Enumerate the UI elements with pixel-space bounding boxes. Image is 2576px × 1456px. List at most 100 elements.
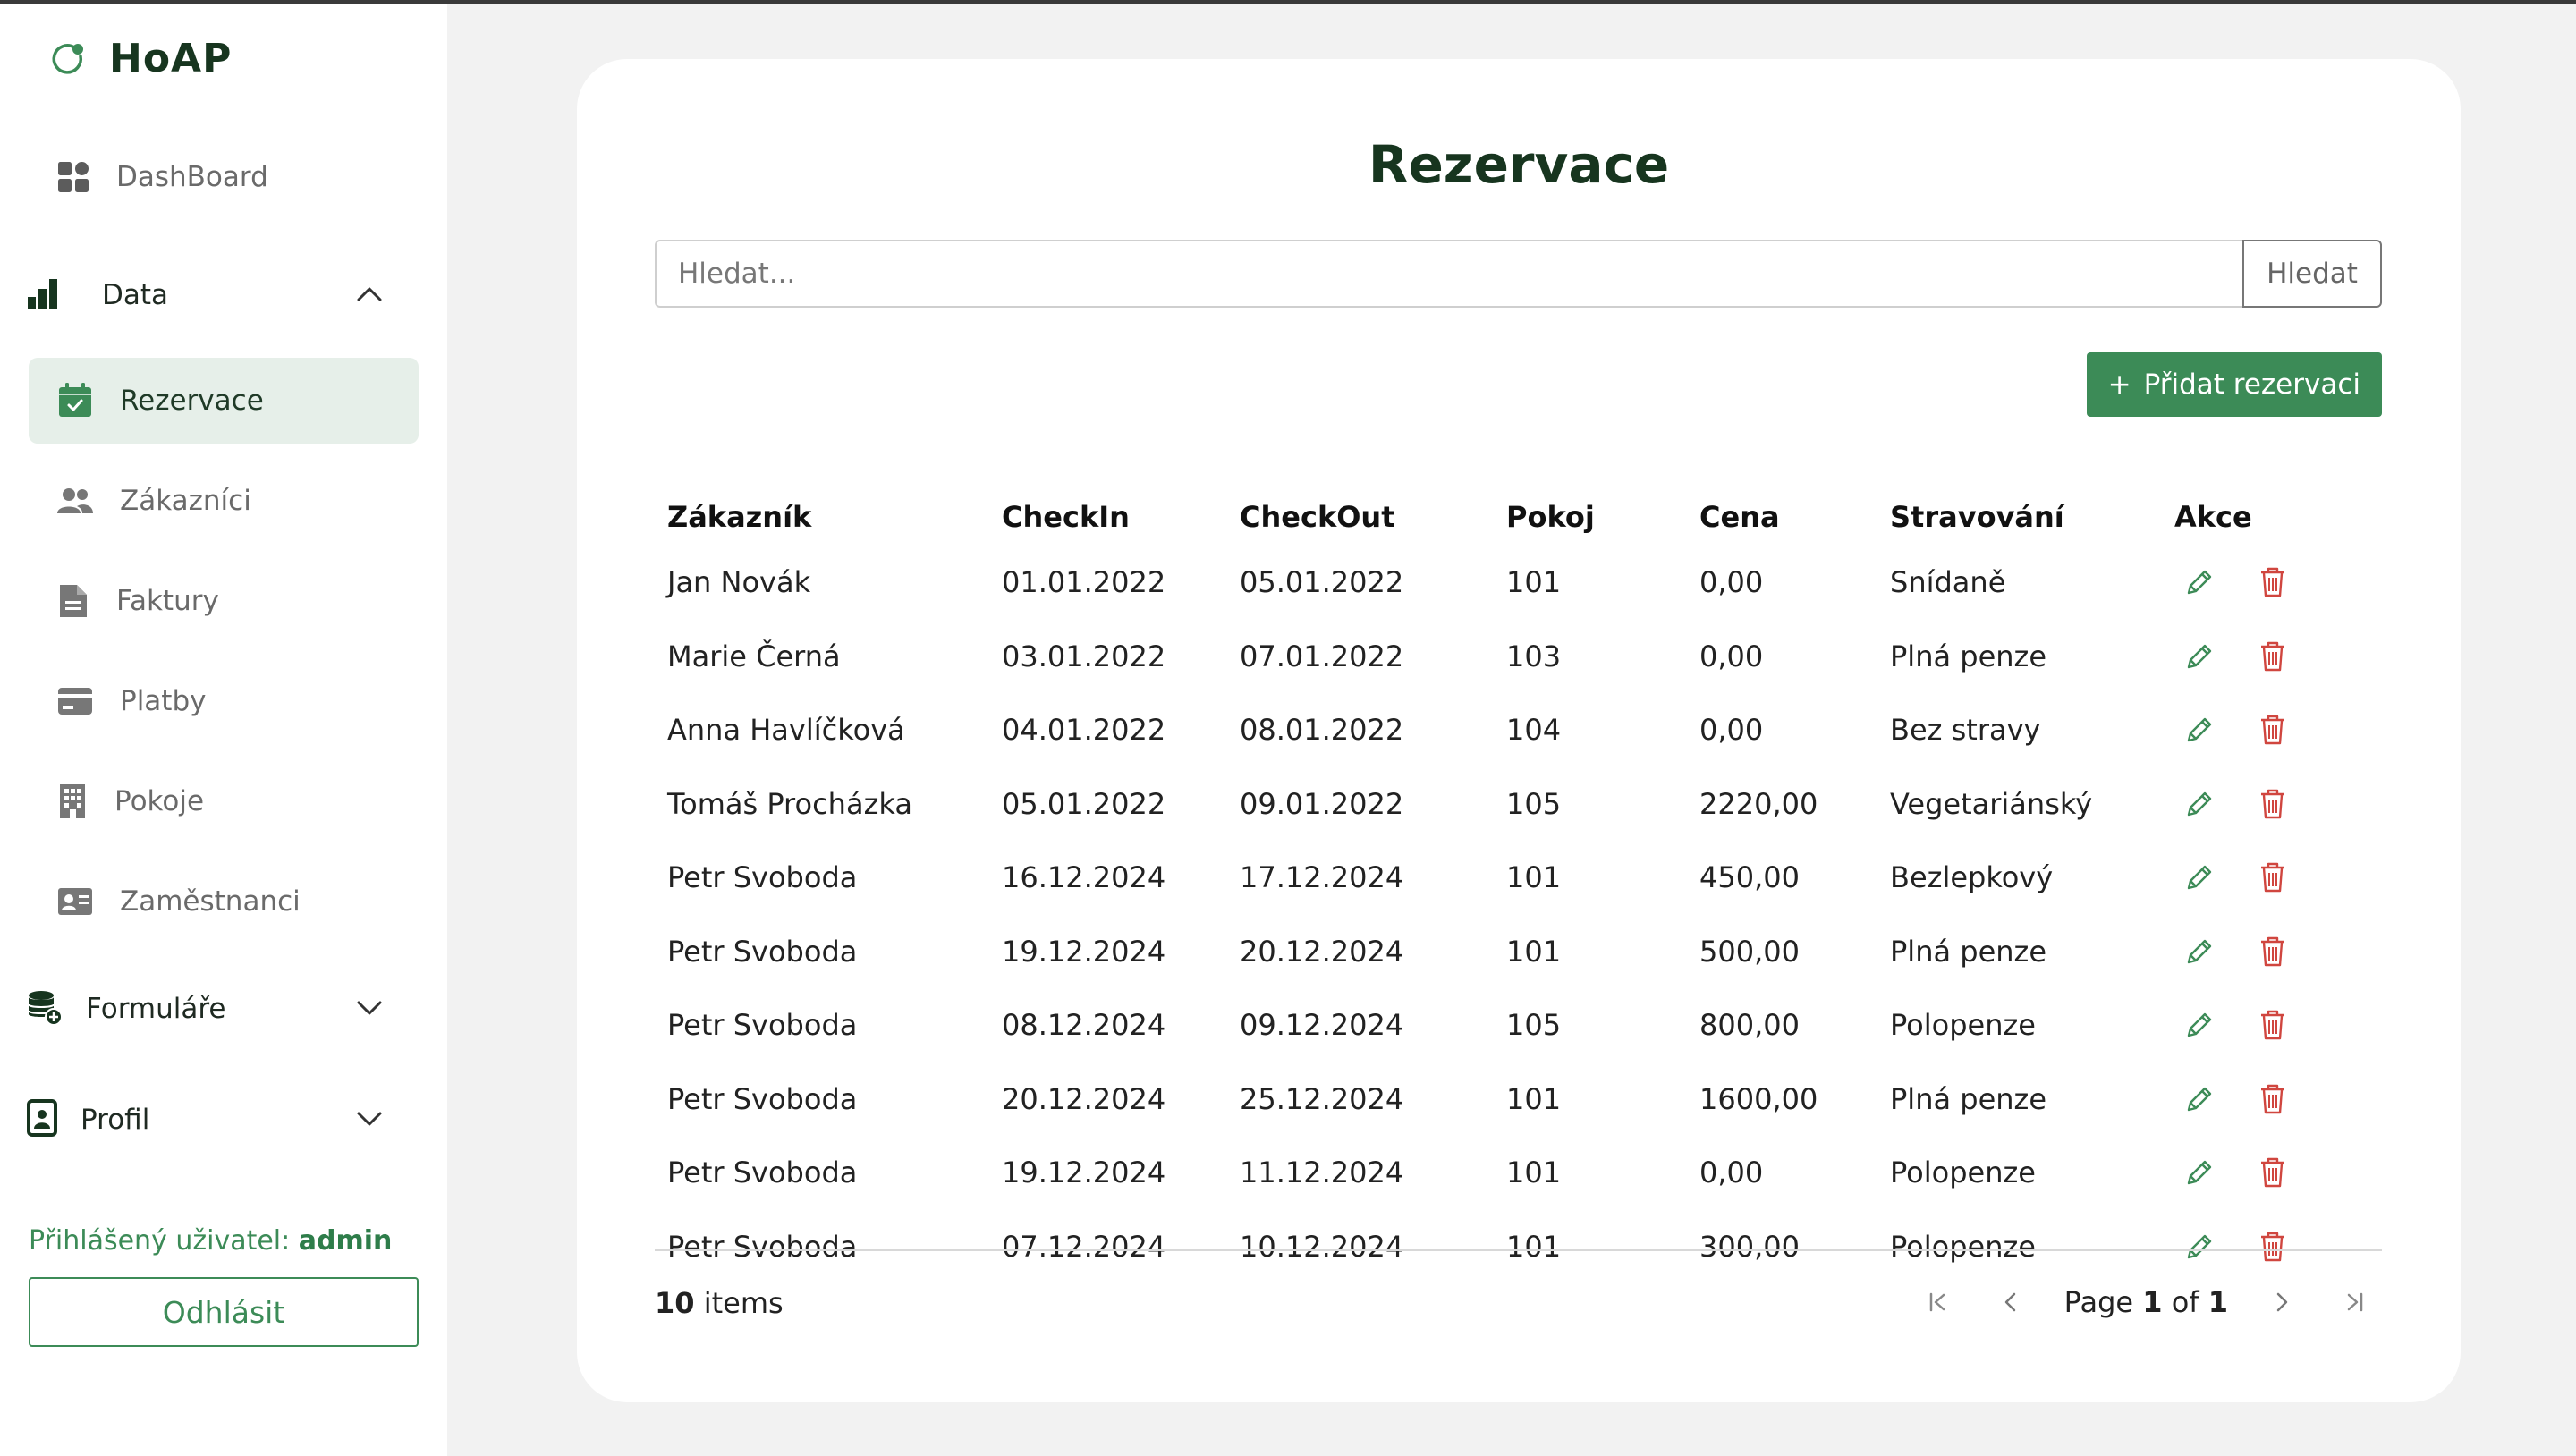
- sidebar-group-formulare[interactable]: Formuláře: [27, 977, 385, 1041]
- cell-customer: Anna Havlíčková: [667, 713, 905, 748]
- edit-icon[interactable]: [2183, 714, 2216, 746]
- table-row[interactable]: Petr Svoboda 08.12.2024 09.12.2024 105 800,0…: [655, 988, 2382, 1062]
- cell-board: Plná penze: [1890, 1081, 2047, 1116]
- sidebar-item-label: DashBoard: [116, 161, 268, 193]
- brand[interactable]: HoAP: [50, 36, 232, 81]
- sidebar-item-zamestnanci[interactable]: Zaměstnanci: [29, 859, 419, 944]
- cell-customer: Marie Černá: [667, 639, 841, 673]
- reservations-card: Rezervace Hledat + Přidat rezervaci Záka…: [577, 59, 2461, 1402]
- logout-button[interactable]: Odhlásit: [29, 1277, 419, 1347]
- cell-actions: [2162, 546, 2382, 620]
- trash-icon[interactable]: [2258, 1009, 2287, 1041]
- row-actions: [2174, 861, 2382, 893]
- cell-customer: Petr Svoboda: [667, 1155, 858, 1190]
- cell-checkin: 19.12.2024: [1002, 934, 1166, 969]
- edit-icon[interactable]: [2183, 640, 2216, 673]
- table-row[interactable]: Petr Svoboda 20.12.2024 25.12.2024 101 1600,…: [655, 1062, 2382, 1137]
- cell-checkin: 01.01.2022: [1002, 565, 1166, 600]
- column-header-customer[interactable]: Zákazník: [655, 488, 989, 546]
- add-reservation-button[interactable]: + Přidat rezervaci: [2086, 352, 2382, 417]
- trash-icon[interactable]: [2258, 788, 2287, 820]
- table-row[interactable]: Petr Svoboda 07.12.2024 10.12.2024 101 300,0…: [655, 1210, 2382, 1284]
- table-row[interactable]: Petr Svoboda 19.12.2024 20.12.2024 101 500,0…: [655, 915, 2382, 989]
- reservations-table: Zákazník CheckIn CheckOut Pokoj Cena Str…: [655, 488, 2382, 1283]
- next-page-button[interactable]: [2262, 1277, 2301, 1327]
- cell-board: Polopenze: [1890, 1229, 2036, 1264]
- row-actions: [2174, 1083, 2382, 1115]
- table-row[interactable]: Petr Svoboda 16.12.2024 17.12.2024 101 450,0…: [655, 841, 2382, 915]
- table-row[interactable]: Petr Svoboda 19.12.2024 11.12.2024 101 0,00 P…: [655, 1136, 2382, 1210]
- dashboard-icon: [57, 161, 89, 193]
- cell-actions: [2162, 767, 2382, 842]
- edit-icon[interactable]: [2183, 935, 2216, 968]
- edit-icon[interactable]: [2183, 788, 2216, 820]
- sidebar-item-dashboard[interactable]: DashBoard: [29, 134, 419, 220]
- trash-icon[interactable]: [2258, 935, 2287, 968]
- prev-page-button[interactable]: [1991, 1277, 2030, 1327]
- column-header-actions: Akce: [2174, 500, 2252, 534]
- logged-user-prefix: Přihlášený uživatel:: [29, 1225, 299, 1257]
- credit-card-icon: [57, 686, 93, 716]
- cell-price: 0,00: [1699, 565, 1764, 600]
- edit-icon[interactable]: [2183, 1009, 2216, 1041]
- column-header-checkin[interactable]: CheckIn: [989, 488, 1227, 546]
- sidebar-group-profil[interactable]: Profil: [27, 1088, 385, 1152]
- trash-icon[interactable]: [2258, 861, 2287, 893]
- row-actions: [2174, 1009, 2382, 1041]
- cell-checkin: 07.12.2024: [1002, 1229, 1166, 1264]
- sidebar-group-label: Profil: [80, 1104, 150, 1136]
- edit-icon[interactable]: [2183, 1156, 2216, 1189]
- column-header-room[interactable]: Pokoj: [1494, 488, 1687, 546]
- sidebar-item-label: Zaměstnanci: [120, 885, 301, 918]
- sidebar-item-label: Platby: [120, 685, 207, 717]
- table-row[interactable]: Anna Havlíčková 04.01.2022 08.01.2022 104 0,…: [655, 693, 2382, 767]
- trash-icon[interactable]: [2258, 714, 2287, 746]
- cell-price: 1600,00: [1699, 1081, 1818, 1116]
- sidebar-group-data[interactable]: Data: [27, 263, 385, 327]
- trash-icon[interactable]: [2258, 1083, 2287, 1115]
- building-icon: [57, 783, 88, 819]
- cell-price: 450,00: [1699, 860, 1800, 895]
- database-plus-icon: [27, 989, 63, 1029]
- sidebar-item-label: Rezervace: [120, 385, 264, 417]
- cell-customer: Jan Novák: [667, 565, 811, 600]
- row-actions: [2174, 1156, 2382, 1189]
- edit-icon[interactable]: [2183, 1231, 2216, 1263]
- table-row[interactable]: Marie Černá 03.01.2022 07.01.2022 103 0,00 Pl…: [655, 620, 2382, 694]
- trash-icon[interactable]: [2258, 566, 2287, 598]
- sidebar-item-platby[interactable]: Platby: [29, 658, 419, 744]
- trash-icon[interactable]: [2258, 1156, 2287, 1189]
- trash-icon[interactable]: [2258, 640, 2287, 673]
- cell-price: 2220,00: [1699, 786, 1818, 821]
- sidebar-item-faktury[interactable]: Faktury: [29, 558, 419, 644]
- search-input[interactable]: [655, 240, 2242, 308]
- sidebar-item-rezervace[interactable]: Rezervace: [29, 358, 419, 444]
- chevron-down-icon: [354, 993, 385, 1027]
- column-header-board[interactable]: Stravování: [1877, 488, 2162, 546]
- table-row[interactable]: Tomáš Procházka 05.01.2022 09.01.2022 105 22…: [655, 767, 2382, 842]
- cell-customer: Petr Svoboda: [667, 934, 858, 969]
- table-footer-divider: [655, 1249, 2382, 1251]
- cell-checkout: 11.12.2024: [1240, 1155, 1404, 1190]
- cell-board: Bezlepkový: [1890, 860, 2054, 895]
- column-header-checkout[interactable]: CheckOut: [1227, 488, 1494, 546]
- trash-icon[interactable]: [2258, 1231, 2287, 1263]
- search-button[interactable]: Hledat: [2242, 240, 2382, 308]
- edit-icon[interactable]: [2183, 566, 2216, 598]
- cell-customer: Petr Svoboda: [667, 1008, 858, 1043]
- last-page-button[interactable]: [2335, 1277, 2375, 1327]
- cell-actions: [2162, 1210, 2382, 1284]
- page-of: of: [2162, 1285, 2208, 1319]
- table-row[interactable]: Jan Novák 01.01.2022 05.01.2022 101 0,00 Sníd…: [655, 546, 2382, 620]
- cell-board: Polopenze: [1890, 1155, 2036, 1190]
- logged-user: Přihlášený uživatel: admin: [29, 1225, 392, 1257]
- cell-board: Bez stravy: [1890, 713, 2041, 748]
- first-page-button[interactable]: [1918, 1277, 1957, 1327]
- edit-icon[interactable]: [2183, 1083, 2216, 1115]
- column-header-price[interactable]: Cena: [1687, 488, 1877, 546]
- sidebar-item-pokoje[interactable]: Pokoje: [29, 758, 419, 844]
- bar-chart-icon: [27, 277, 59, 313]
- logo-icon: [50, 41, 86, 77]
- sidebar-item-zakaznici[interactable]: Zákazníci: [29, 458, 419, 544]
- edit-icon[interactable]: [2183, 861, 2216, 893]
